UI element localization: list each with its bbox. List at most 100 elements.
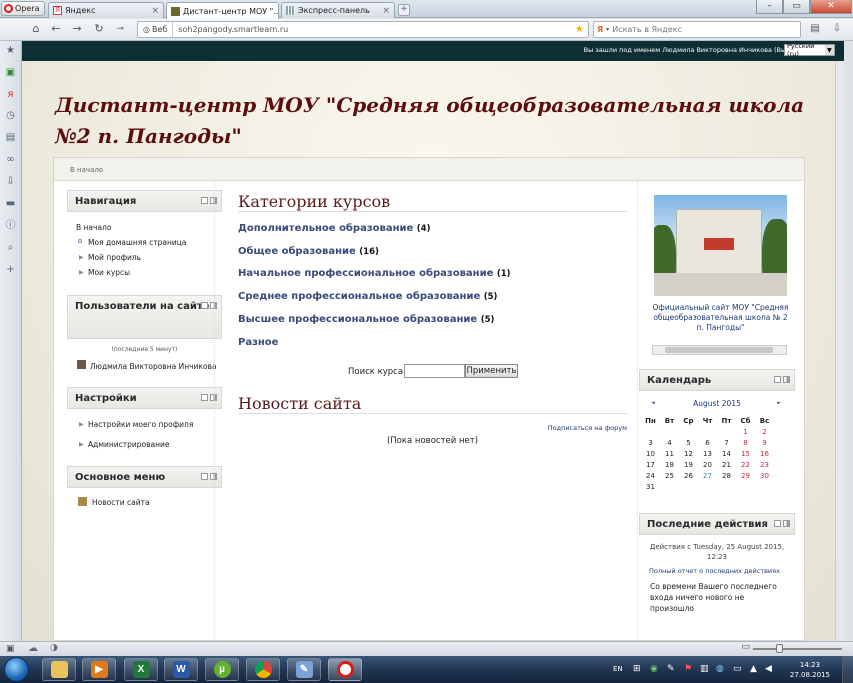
calendar-day[interactable]: 24 bbox=[641, 471, 660, 481]
opera-menu-button[interactable]: Opera bbox=[1, 1, 45, 16]
block-controls[interactable] bbox=[774, 376, 790, 383]
calendar-day[interactable]: 21 bbox=[717, 460, 736, 470]
chevron-down-icon[interactable]: ▾ bbox=[606, 26, 609, 33]
subscribe-forum-link[interactable]: Подписаться на форум bbox=[548, 424, 627, 432]
calendar-day[interactable]: 17 bbox=[641, 460, 660, 470]
calendar-day[interactable]: 10 bbox=[641, 449, 660, 459]
collapse-icon[interactable] bbox=[774, 376, 781, 383]
calendar-day[interactable]: 25 bbox=[660, 471, 679, 481]
panel-toggle-icon[interactable]: ▣ bbox=[6, 644, 15, 654]
calendar-day[interactable]: 29 bbox=[736, 471, 755, 481]
downloads-icon[interactable]: ⇩ bbox=[5, 176, 16, 187]
nav-my-courses[interactable]: Мои курсы bbox=[88, 268, 130, 277]
calendar-day[interactable]: 2 bbox=[755, 427, 774, 437]
calendar-day[interactable]: 1 bbox=[736, 427, 755, 437]
full-report-link[interactable]: Полный отчет о последних действиях bbox=[649, 567, 780, 575]
language-select[interactable]: Русский (ru) ▼ bbox=[784, 42, 835, 58]
mail-icon[interactable]: ▬ bbox=[5, 198, 16, 209]
turbo-icon[interactable]: ◑ bbox=[50, 643, 58, 653]
web-badge[interactable]: ◎ Веб bbox=[138, 22, 174, 37]
tab-distant-center[interactable]: Дистант-центр МОУ "... × bbox=[166, 2, 279, 19]
calendar-day[interactable]: 22 bbox=[736, 460, 755, 470]
category-item[interactable]: Высшее профессиональное образование (5) bbox=[238, 314, 494, 325]
home-icon[interactable]: ⌂ bbox=[29, 22, 43, 36]
block-controls[interactable] bbox=[774, 520, 790, 527]
calendar-day[interactable]: 9 bbox=[755, 438, 774, 448]
category-link[interactable]: Дополнительное образование bbox=[238, 223, 413, 234]
calendar-day[interactable]: 7 bbox=[717, 438, 736, 448]
back-icon[interactable]: ← bbox=[49, 22, 63, 36]
official-site-link[interactable]: Официальный сайт МОУ "Средняя общеобразо… bbox=[652, 303, 789, 333]
calendar-day[interactable]: 30 bbox=[755, 471, 774, 481]
login-info[interactable]: Вы зашли под именем Людмила Викторовна И… bbox=[584, 46, 801, 54]
tray-flag-icon[interactable]: ⚑ bbox=[684, 664, 692, 674]
notes-icon[interactable]: ▤ bbox=[5, 132, 16, 143]
minimize-button[interactable]: – bbox=[756, 0, 783, 14]
category-link[interactable]: Общее образование bbox=[238, 246, 356, 257]
widget-icon[interactable]: ▣ bbox=[5, 67, 16, 78]
collapse-icon[interactable] bbox=[201, 197, 208, 204]
search-icon[interactable]: ⌕ bbox=[5, 242, 16, 253]
calendar-day[interactable]: 26 bbox=[679, 471, 698, 481]
taskbar-excel[interactable]: X bbox=[124, 658, 158, 681]
calendar-next-icon[interactable]: ► bbox=[777, 400, 781, 406]
calendar-day[interactable]: 16 bbox=[755, 449, 774, 459]
taskbar-media-player[interactable]: ▶ bbox=[82, 658, 116, 681]
forward-icon[interactable]: → bbox=[70, 22, 84, 36]
online-user-link[interactable]: Людмила Викторовна Инчикова bbox=[90, 362, 217, 371]
calendar-day[interactable]: 5 bbox=[679, 438, 698, 448]
breadcrumb-home[interactable]: В начало bbox=[70, 166, 103, 174]
course-search-button[interactable]: Применить bbox=[465, 364, 518, 378]
dock-icon[interactable] bbox=[783, 376, 790, 383]
taskbar-chrome[interactable] bbox=[246, 658, 280, 681]
calendar-day[interactable]: 15 bbox=[736, 449, 755, 459]
arrow-right-icon[interactable]: ▶ bbox=[79, 254, 84, 261]
calendar-day[interactable]: 4 bbox=[660, 438, 679, 448]
scroll-thumb[interactable] bbox=[665, 347, 773, 353]
arrow-right-icon[interactable]: ▶ bbox=[79, 269, 84, 276]
calendar-day[interactable]: 6 bbox=[698, 438, 717, 448]
calendar-day[interactable]: 19 bbox=[679, 460, 698, 470]
calendar-day[interactable]: 20 bbox=[698, 460, 717, 470]
tray-wifi-icon[interactable]: ▲ bbox=[750, 664, 757, 674]
vertical-scrollbar[interactable] bbox=[835, 61, 844, 641]
system-clock[interactable]: 14:23 27.08.2015 bbox=[790, 660, 830, 680]
collapse-icon[interactable] bbox=[201, 394, 208, 401]
tray-skype-icon[interactable]: ◍ bbox=[716, 664, 724, 674]
calendar-month[interactable]: August 2015 bbox=[639, 399, 795, 408]
tray-volume-icon[interactable]: ◀ bbox=[765, 664, 772, 674]
calendar-day[interactable]: 18 bbox=[660, 460, 679, 470]
tray-monitor-icon[interactable]: ▭ bbox=[733, 664, 742, 674]
close-tab-icon[interactable]: × bbox=[382, 6, 390, 16]
category-link[interactable]: Начальное профессиональное образование bbox=[238, 268, 493, 279]
new-tab-button[interactable]: + bbox=[398, 4, 410, 16]
taskbar-opera[interactable] bbox=[328, 658, 362, 681]
tray-network-icon[interactable]: ▥ bbox=[700, 664, 709, 674]
links-icon[interactable]: ∞ bbox=[5, 154, 16, 165]
school-photo[interactable] bbox=[654, 195, 787, 296]
add-panel-icon[interactable]: + bbox=[5, 264, 16, 275]
category-link[interactable]: Разное bbox=[238, 337, 278, 348]
tray-app-icon[interactable]: ⊞ bbox=[633, 664, 641, 674]
category-item[interactable]: Дополнительное образование (4) bbox=[238, 223, 430, 234]
address-field[interactable]: ◎ Веб soh2pangody.smartlearn.ru ★ bbox=[137, 21, 589, 38]
zoom-icon[interactable]: ▭ bbox=[741, 642, 750, 652]
settings-profile[interactable]: Настройки моего профиля bbox=[88, 420, 193, 429]
taskbar-utorrent[interactable]: µ bbox=[205, 658, 239, 681]
dock-icon[interactable] bbox=[783, 520, 790, 527]
tab-speed-dial[interactable]: Экспресс-панель × bbox=[281, 2, 395, 18]
search-input[interactable]: Я ▾ Искать в Яндекс bbox=[593, 21, 801, 38]
download-icon[interactable]: ⇩ bbox=[830, 22, 844, 36]
close-window-button[interactable]: ✕ bbox=[810, 0, 852, 14]
info-icon[interactable]: ⓘ bbox=[5, 220, 16, 231]
start-button[interactable] bbox=[4, 657, 29, 682]
category-item[interactable]: Среднее профессиональное образование (5) bbox=[238, 291, 497, 302]
maximize-button[interactable]: ▭ bbox=[783, 0, 810, 14]
yandex-panel-icon[interactable]: я bbox=[5, 89, 16, 100]
course-search-input[interactable] bbox=[404, 364, 465, 378]
show-desktop-button[interactable] bbox=[842, 656, 853, 683]
collapse-icon[interactable] bbox=[774, 520, 781, 527]
calendar-day[interactable]: 23 bbox=[755, 460, 774, 470]
bookmarks-star-icon[interactable]: ★ bbox=[5, 45, 16, 56]
calendar-day[interactable]: 27 bbox=[698, 471, 717, 481]
